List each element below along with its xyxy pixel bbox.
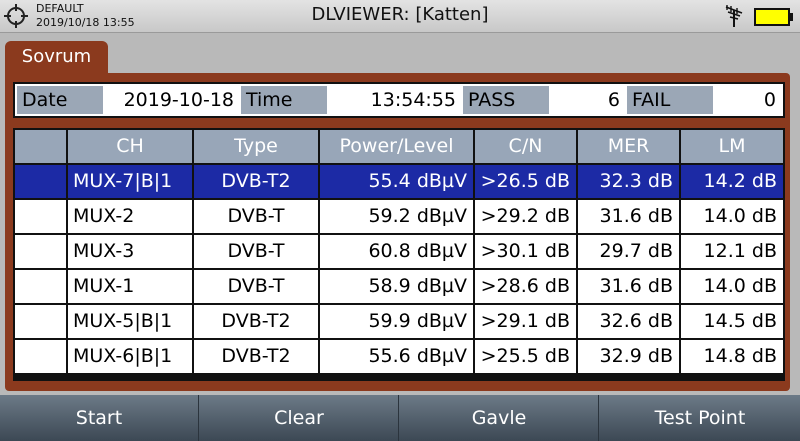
gavle-button[interactable]: Gavle [400, 395, 599, 441]
row-select [15, 200, 66, 233]
cell-type: DVB-T [194, 200, 318, 233]
cell-ch: MUX-2 [68, 200, 192, 233]
header-ch: CH [68, 130, 192, 163]
table-row[interactable]: MUX-5|B|1 DVB-T2 59.9 dBµV >29.1 dB 32.6 dB 1… [15, 305, 783, 338]
cell-cn: >30.1 dB [475, 235, 576, 268]
cell-lm: 14.5 dB [681, 305, 783, 338]
header-type: Type [194, 130, 318, 163]
cell-cn: >25.5 dB [475, 340, 576, 373]
cell-power: 58.9 dBµV [320, 270, 473, 303]
status-bar: DEFAULT 2019/10/18 13:55 DLVIEWER: [Katt… [0, 0, 800, 33]
antenna-icon [725, 5, 743, 27]
header-mer: MER [578, 130, 679, 163]
header-power: Power/Level [320, 130, 473, 163]
fail-value: 0 [715, 86, 781, 114]
cell-cn: >26.5 dB [475, 165, 576, 198]
cell-ch: MUX-7|B|1 [68, 165, 192, 198]
cell-type: DVB-T2 [194, 340, 318, 373]
tab-sovrum[interactable]: Sovrum [5, 41, 108, 73]
cell-cn: >29.1 dB [475, 305, 576, 338]
cell-lm: 14.0 dB [681, 200, 783, 233]
cell-mer: 31.6 dB [578, 200, 679, 233]
cell-ch: MUX-3 [68, 235, 192, 268]
time-value: 13:54:55 [329, 86, 461, 114]
measurement-table: CH Type Power/Level C/N MER LM MUX-7|B|1… [13, 128, 785, 381]
row-select [15, 340, 66, 373]
table-row[interactable]: MUX-7|B|1 DVB-T2 55.4 dBµV >26.5 dB 32.3 dB 1… [15, 165, 783, 198]
row-select [15, 305, 66, 338]
table-row[interactable]: MUX-3 DVB-T 60.8 dBµV >30.1 dB 29.7 dB 12.1 d… [15, 235, 783, 268]
row-select [15, 165, 66, 198]
start-button[interactable]: Start [0, 395, 199, 441]
cell-ch: MUX-5|B|1 [68, 305, 192, 338]
table-row[interactable]: MUX-6|B|1 DVB-T2 55.6 dBµV >25.5 dB 32.9 dB 1… [15, 340, 783, 373]
cell-type: DVB-T2 [194, 165, 318, 198]
clear-button[interactable]: Clear [200, 395, 399, 441]
cell-power: 59.2 dBµV [320, 200, 473, 233]
row-select [15, 235, 66, 268]
cell-type: DVB-T2 [194, 305, 318, 338]
cell-lm: 12.1 dB [681, 235, 783, 268]
row-select [15, 270, 66, 303]
cell-ch: MUX-1 [68, 270, 192, 303]
cell-lm: 14.0 dB [681, 270, 783, 303]
header-select [15, 130, 66, 163]
cell-cn: >29.2 dB [475, 200, 576, 233]
cell-power: 60.8 dBµV [320, 235, 473, 268]
fail-label: FAIL [627, 86, 713, 114]
cell-mer: 32.9 dB [578, 340, 679, 373]
time-label: Time [241, 86, 327, 114]
header-cn: C/N [475, 130, 576, 163]
app-title: DLVIEWER: [Katten] [311, 4, 489, 25]
cell-mer: 32.6 dB [578, 305, 679, 338]
cell-mer: 29.7 dB [578, 235, 679, 268]
cell-type: DVB-T [194, 235, 318, 268]
cell-mer: 31.6 dB [578, 270, 679, 303]
pass-label: PASS [463, 86, 549, 114]
header-lm: LM [681, 130, 783, 163]
date-value: 2019-10-18 [105, 86, 239, 114]
cell-lm: 14.2 dB [681, 165, 783, 198]
softkey-bar: Start Clear Gavle Test Point [0, 395, 800, 441]
date-label: Date [17, 86, 103, 114]
cell-power: 59.9 dBµV [320, 305, 473, 338]
cell-ch: MUX-6|B|1 [68, 340, 192, 373]
table-header: CH Type Power/Level C/N MER LM [15, 130, 783, 163]
cell-power: 55.4 dBµV [320, 165, 473, 198]
cell-type: DVB-T [194, 270, 318, 303]
battery-icon [754, 8, 793, 26]
results-panel: Date 2019-10-18 Time 13:54:55 PASS 6 FAI… [5, 73, 790, 391]
table-row[interactable]: MUX-2 DVB-T 59.2 dBµV >29.2 dB 31.6 dB 14.0 d… [15, 200, 783, 233]
cell-lm: 14.8 dB [681, 340, 783, 373]
cell-cn: >28.6 dB [475, 270, 576, 303]
test-point-button[interactable]: Test Point [600, 395, 800, 441]
table-row[interactable]: MUX-1 DVB-T 58.9 dBµV >28.6 dB 31.6 dB 14.0 d… [15, 270, 783, 303]
summary-row: Date 2019-10-18 Time 13:54:55 PASS 6 FAI… [13, 82, 785, 118]
pass-value: 6 [551, 86, 625, 114]
cell-power: 55.6 dBµV [320, 340, 473, 373]
cell-mer: 32.3 dB [578, 165, 679, 198]
